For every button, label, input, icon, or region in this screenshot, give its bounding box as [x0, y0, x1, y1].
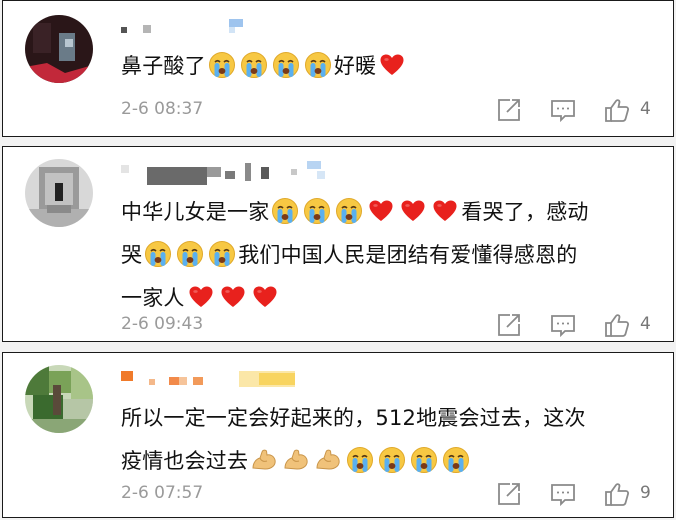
username-pixelated[interactable]: [121, 369, 311, 387]
thumbs-up-icon[interactable]: [604, 97, 630, 123]
username-pixelated[interactable]: [121, 19, 271, 35]
thumbs-up-icon[interactable]: [604, 481, 630, 507]
crying-face-icon: [410, 446, 438, 474]
red-heart-icon: [219, 283, 247, 311]
red-heart-icon: [399, 197, 427, 225]
comment-text: 中华儿女是一家 看哭了，感动 哭我们中国人民是团结有爱懂得感恩的 一家人: [121, 191, 649, 320]
crying-face-icon: [208, 240, 236, 268]
comment-card: 鼻子酸了 好暖 2-6 08:37 4: [2, 0, 674, 137]
crying-face-icon: [240, 51, 268, 79]
crying-face-icon: [176, 240, 204, 268]
timestamp: 2-6 09:43: [121, 314, 204, 334]
red-heart-icon: [187, 283, 215, 311]
red-heart-icon: [367, 197, 395, 225]
username-pixelated[interactable]: [121, 161, 351, 185]
red-heart-icon: [251, 283, 279, 311]
like-count: 9: [640, 483, 651, 503]
like-count: 4: [640, 99, 651, 119]
share-icon[interactable]: [496, 97, 522, 123]
crying-face-icon: [271, 197, 299, 225]
comment-icon[interactable]: [550, 312, 576, 338]
crying-face-icon: [304, 51, 332, 79]
crying-face-icon: [346, 446, 374, 474]
timestamp: 2-6 08:37: [121, 99, 204, 119]
avatar[interactable]: [25, 15, 93, 83]
flexed-biceps-icon: [314, 446, 342, 474]
thumbs-up-icon[interactable]: [604, 312, 630, 338]
avatar[interactable]: [25, 365, 93, 433]
crying-face-icon: [272, 51, 300, 79]
comment-card: 中华儿女是一家 看哭了，感动 哭我们中国人民是团结有爱懂得感恩的 一家人 2-6 …: [2, 146, 674, 342]
crying-face-icon: [144, 240, 172, 268]
crying-face-icon: [378, 446, 406, 474]
comment-card: 所以一定一定会好起来的，512地震会过去，这次 疫情也会过去 2-6 07:57…: [2, 352, 674, 518]
comment-text: 所以一定一定会好起来的，512地震会过去，这次 疫情也会过去: [121, 406, 586, 474]
crying-face-icon: [335, 197, 363, 225]
share-icon[interactable]: [496, 481, 522, 507]
red-heart-icon: [431, 197, 459, 225]
flexed-biceps-icon: [282, 446, 310, 474]
timestamp: 2-6 07:57: [121, 483, 204, 503]
comment-icon[interactable]: [550, 97, 576, 123]
crying-face-icon: [303, 197, 331, 225]
like-count: 4: [640, 314, 651, 334]
crying-face-icon: [208, 51, 236, 79]
share-icon[interactable]: [496, 312, 522, 338]
red-heart-icon: [378, 51, 406, 79]
comment-text: 鼻子酸了 好暖: [121, 45, 649, 88]
flexed-biceps-icon: [250, 446, 278, 474]
crying-face-icon: [442, 446, 470, 474]
comment-icon[interactable]: [550, 481, 576, 507]
avatar[interactable]: [25, 159, 93, 227]
